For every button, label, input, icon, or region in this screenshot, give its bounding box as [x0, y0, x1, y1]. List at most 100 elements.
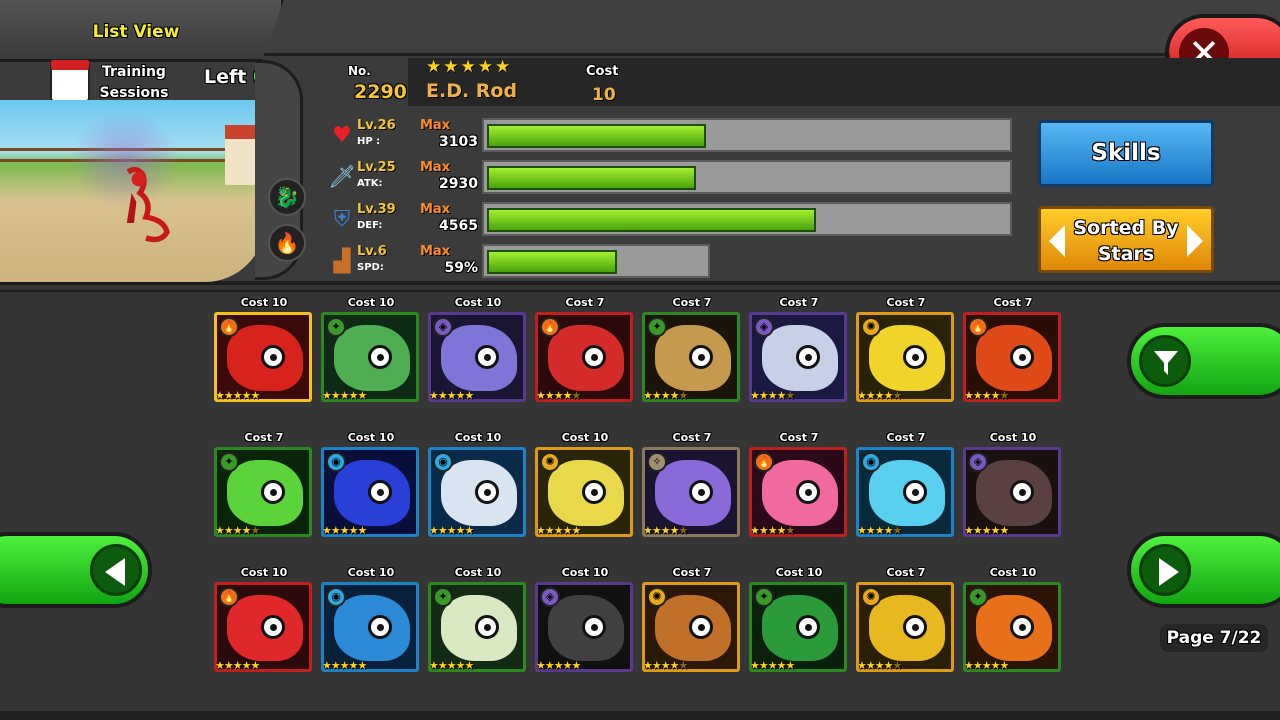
- monster-card[interactable]: Cost 7 ✺ ★★★★★: [856, 296, 954, 405]
- sort-next-icon[interactable]: [1187, 225, 1203, 257]
- monster-card[interactable]: Cost 7 ✺ ★★★★★: [642, 566, 740, 675]
- stat-bar-fill: [487, 208, 816, 232]
- fire-element-icon[interactable]: 🔥: [268, 224, 306, 262]
- monster-card[interactable]: Cost 10 ◈ ★★★★★: [535, 566, 633, 675]
- card-cost: Cost 10: [989, 431, 1037, 444]
- light-element-icon: ✺: [861, 317, 881, 337]
- card-stars: ★★★★★: [857, 659, 902, 672]
- sort-prev-icon[interactable]: [1049, 225, 1065, 257]
- card-cost: Cost 7: [779, 431, 819, 444]
- card-cost: Cost 10: [240, 566, 288, 579]
- dark-element-icon: ◈: [433, 317, 453, 337]
- monster-card[interactable]: Cost 10 ◉ ★★★★★: [321, 566, 419, 675]
- monster-card[interactable]: Cost 10 ✺ ★★★★★: [535, 431, 633, 540]
- monster-card[interactable]: Cost 7 ✧ ★★★★★: [642, 431, 740, 540]
- monster-card[interactable]: Cost 7 🔥 ★★★★★: [749, 431, 847, 540]
- card-cost: Cost 10: [240, 296, 288, 309]
- card-stars: ★★★★★: [750, 389, 795, 402]
- monster-eye: [903, 345, 927, 369]
- monster-card[interactable]: Cost 10 ✦ ★★★★★: [321, 296, 419, 405]
- monster-eye: [475, 345, 499, 369]
- monster-eye: [261, 480, 285, 504]
- stat-name: DEF:: [357, 220, 383, 231]
- card-stars: ★★★★★: [215, 524, 260, 537]
- stat-level: Lv.26: [357, 118, 396, 133]
- monster-card[interactable]: Cost 10 ✦ ★★★★★: [428, 566, 526, 675]
- card-cost: Cost 7: [672, 431, 712, 444]
- card-cost: Cost 10: [347, 431, 395, 444]
- bottom-strip: [0, 711, 1280, 720]
- monster-eye: [368, 615, 392, 639]
- stat-bar-track: [482, 160, 1012, 194]
- monster-eye: [796, 480, 820, 504]
- monster-card[interactable]: Cost 10 🔥 ★★★★★: [214, 296, 312, 405]
- monster-eye: [475, 615, 499, 639]
- fire-element-icon: 🔥: [540, 317, 560, 337]
- card-stars: ★★★★★: [429, 524, 474, 537]
- water-element-icon: ◉: [326, 452, 346, 472]
- stat-bar-fill: [487, 124, 706, 148]
- name-box: [408, 58, 1280, 106]
- monster-card[interactable]: Cost 10 ◈ ★★★★★: [963, 431, 1061, 540]
- monster-card[interactable]: Cost 7 🔥 ★★★★★: [963, 296, 1061, 405]
- monster-card[interactable]: Cost 7 🔥 ★★★★★: [535, 296, 633, 405]
- monster-card[interactable]: Cost 10 🔥 ★★★★★: [214, 566, 312, 675]
- card-stars: ★★★★★: [322, 659, 367, 672]
- skills-button[interactable]: Skills: [1038, 120, 1214, 187]
- next-arrow-icon: [1139, 544, 1191, 596]
- card-stars: ★★★★★: [750, 659, 795, 672]
- monster-card[interactable]: Cost 10 ◉ ★★★★★: [428, 431, 526, 540]
- next-page-button[interactable]: [1127, 532, 1280, 608]
- stat-bar-track: [482, 202, 1012, 236]
- dark-element-icon: ◈: [968, 452, 988, 472]
- monster-grid-area: [0, 290, 1280, 720]
- wood-element-icon: ✦: [433, 587, 453, 607]
- monster-card[interactable]: Cost 7 ✦ ★★★★★: [642, 296, 740, 405]
- monster-card[interactable]: Cost 7 ✦ ★★★★★: [214, 431, 312, 540]
- dragon-sprite: [126, 166, 170, 243]
- wood-element-icon: ✦: [326, 317, 346, 337]
- sort-button[interactable]: Sorted By Stars: [1038, 206, 1214, 273]
- monster-card[interactable]: Cost 7 ✺ ★★★★★: [856, 566, 954, 675]
- stat-value: 4565: [439, 218, 478, 234]
- monster-card[interactable]: Cost 10 ✦ ★★★★★: [749, 566, 847, 675]
- card-stars: ★★★★★: [429, 659, 474, 672]
- card-cost: Cost 10: [561, 566, 609, 579]
- monster-card[interactable]: Cost 10 ✦ ★★★★★: [963, 566, 1061, 675]
- card-cost: Cost 10: [989, 566, 1037, 579]
- card-stars: ★★★★★: [643, 389, 688, 402]
- card-cost: Cost 7: [244, 431, 284, 444]
- wood-element-icon: ✦: [968, 587, 988, 607]
- prev-page-button[interactable]: [0, 532, 152, 608]
- monster-card[interactable]: Cost 10 ◉ ★★★★★: [321, 431, 419, 540]
- filter-icon: [1139, 335, 1191, 387]
- monster-eye: [582, 480, 606, 504]
- calendar-icon: [50, 60, 90, 102]
- fire-element-icon: 🔥: [754, 452, 774, 472]
- list-view-screen: List View ✕ Training Sessions Left 0 🐉 🔥…: [0, 0, 1280, 720]
- card-cost: Cost 7: [672, 566, 712, 579]
- monster-card[interactable]: Cost 7 ◈ ★★★★★: [749, 296, 847, 405]
- monster-portrait: [0, 100, 265, 282]
- card-stars: ★★★★★: [964, 389, 1009, 402]
- card-cost: Cost 7: [886, 296, 926, 309]
- stat-name: ATK:: [357, 178, 383, 189]
- card-stars: ★★★★★: [322, 389, 367, 402]
- card-stars: ★★★★★: [215, 659, 260, 672]
- stat-name: SPD:: [357, 262, 384, 273]
- stat-max: Max: [420, 202, 451, 217]
- list-view-tab[interactable]: List View: [0, 0, 284, 62]
- monster-eye: [689, 345, 713, 369]
- page-indicator: Page 7/22: [1160, 624, 1268, 652]
- fire-element-icon: 🔥: [219, 317, 239, 337]
- stat-level: Lv.6: [357, 244, 387, 259]
- training-sessions: Training Sessions Left 0: [50, 60, 280, 105]
- card-cost: Cost 10: [454, 431, 502, 444]
- filter-button[interactable]: [1127, 323, 1280, 399]
- monster-eye: [261, 345, 285, 369]
- monster-card[interactable]: Cost 7 ◉ ★★★★★: [856, 431, 954, 540]
- stat-level: Lv.39: [357, 202, 396, 217]
- dragon-element-icon[interactable]: 🐉: [268, 178, 306, 216]
- monster-card[interactable]: Cost 10 ◈ ★★★★★: [428, 296, 526, 405]
- card-cost: Cost 10: [454, 296, 502, 309]
